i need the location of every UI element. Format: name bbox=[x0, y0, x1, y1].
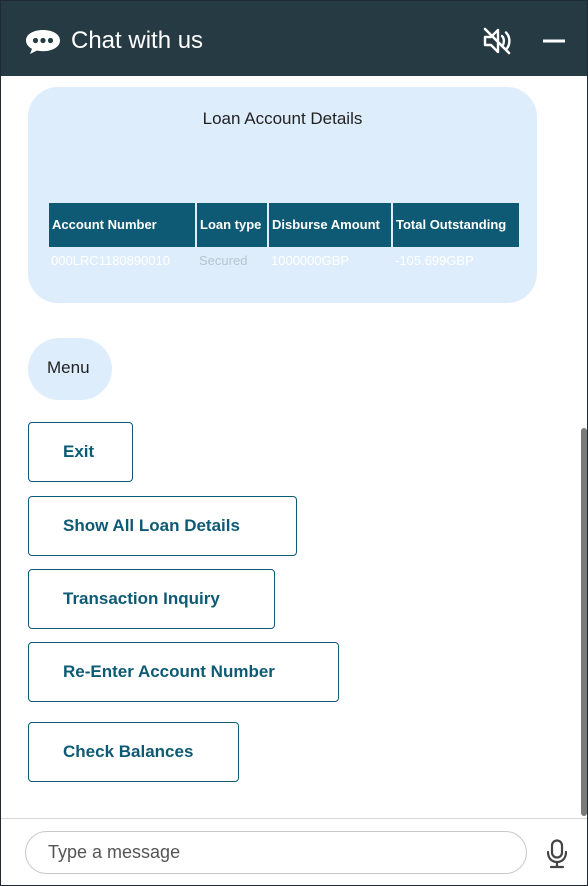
table-header-row: Account Number Loan type Disburse Amount… bbox=[49, 203, 519, 247]
menu-label: Menu bbox=[47, 358, 90, 377]
re-enter-account-number-button[interactable]: Re-Enter Account Number bbox=[28, 642, 339, 702]
loan-details-title: Loan Account Details bbox=[202, 109, 363, 128]
cell-account-number: 000LRC1180890010 bbox=[51, 253, 171, 268]
menu-bubble: Menu bbox=[28, 338, 112, 400]
header-total-outstanding: Total Outstanding bbox=[393, 203, 519, 247]
show-all-loan-details-button[interactable]: Show All Loan Details bbox=[28, 496, 297, 556]
exit-button[interactable]: Exit bbox=[28, 422, 133, 482]
header-account-number: Account Number bbox=[49, 203, 195, 247]
loan-details-table: Account Number Loan type Disburse Amount… bbox=[47, 203, 521, 268]
loan-details-bubble: Loan Account Details Account Number Loan… bbox=[28, 87, 537, 303]
composer bbox=[1, 818, 587, 885]
header-disburse-amount: Disburse Amount bbox=[269, 203, 391, 247]
chat-window: Chat with us Loan Account Details Accoun… bbox=[0, 0, 588, 886]
table-row: 000LRC1180890010 Secured 1000000GBP -105… bbox=[49, 247, 519, 268]
chat-header: Chat with us bbox=[1, 1, 587, 76]
transaction-inquiry-button[interactable]: Transaction Inquiry bbox=[28, 569, 275, 629]
cell-total-outstanding: -105.699GBP bbox=[395, 253, 474, 268]
message-scrollbar[interactable] bbox=[581, 428, 587, 816]
chat-title: Chat with us bbox=[71, 27, 204, 54]
header-loan-type: Loan type bbox=[197, 203, 267, 247]
speaker-muted-icon[interactable] bbox=[482, 26, 512, 56]
cell-disburse-amount: 1000000GBP bbox=[271, 253, 350, 268]
check-balances-button[interactable]: Check Balances bbox=[28, 722, 239, 782]
chat-bubble-icon bbox=[26, 30, 60, 54]
cell-loan-type: Secured bbox=[199, 253, 248, 268]
message-list: Loan Account Details Account Number Loan… bbox=[1, 76, 587, 818]
minimize-icon[interactable] bbox=[541, 26, 567, 56]
message-input[interactable] bbox=[25, 831, 527, 874]
microphone-icon[interactable] bbox=[545, 839, 569, 869]
